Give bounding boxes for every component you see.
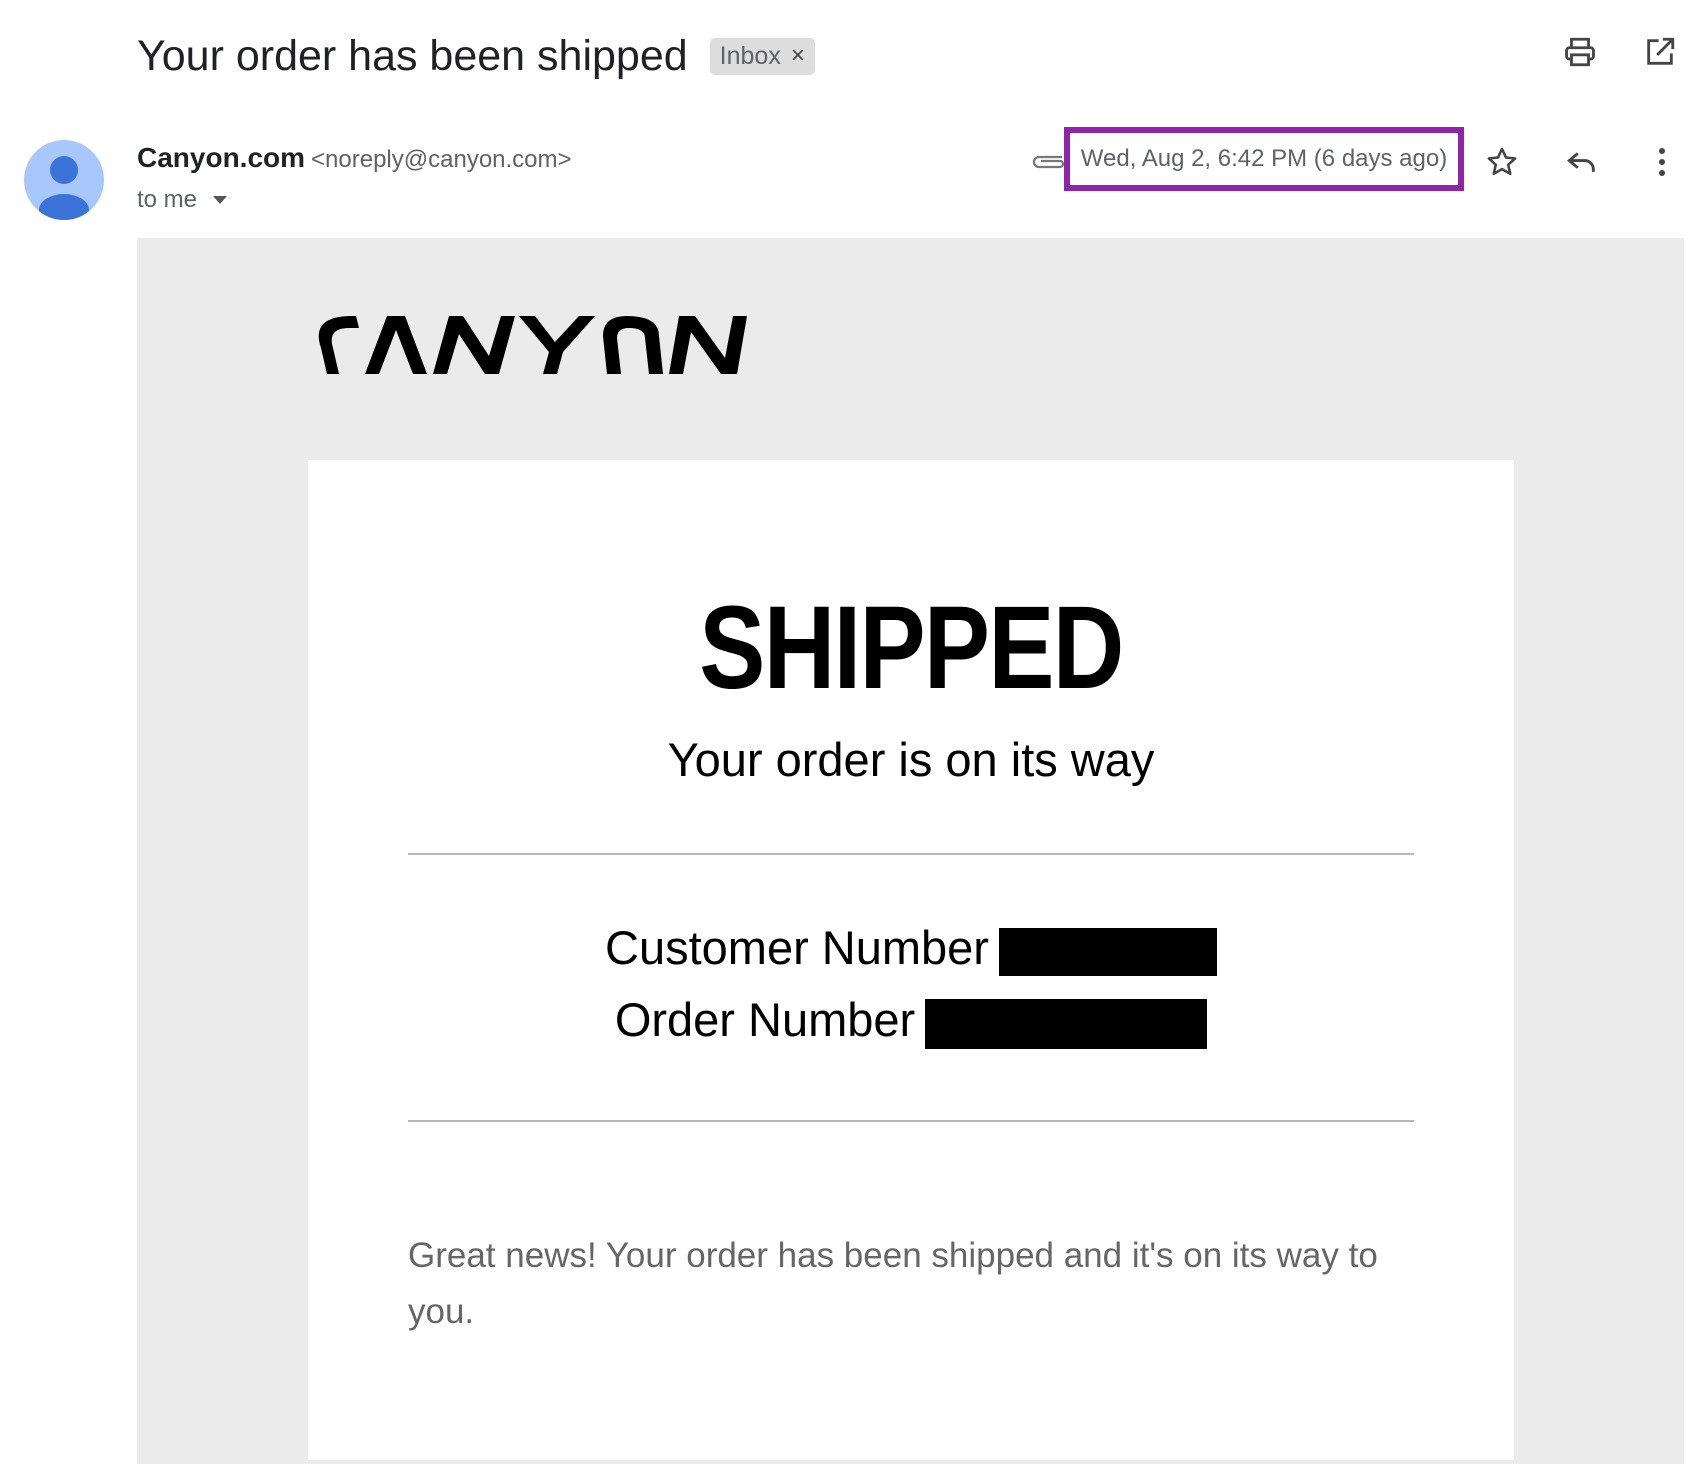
reply-button[interactable] [1564,144,1600,180]
divider-top [408,853,1414,855]
order-number-label: Order Number [614,993,916,1046]
inbox-label-chip[interactable]: Inbox × [709,37,815,75]
canyon-logo-icon [318,316,747,374]
subject-row: Your order has been shipped Inbox × [137,28,815,84]
email-body: SHIPPED Your order is on its way Custome… [137,238,1684,1464]
sender: Canyon.com <noreply@canyon.com> [137,142,572,174]
divider-bottom [408,1120,1414,1122]
sender-name[interactable]: Canyon.com [137,142,305,173]
email-card: SHIPPED Your order is on its way Custome… [308,460,1514,1460]
reply-icon [1567,152,1595,172]
top-actions [1562,34,1678,70]
date-highlight: Wed, Aug 2, 6:42 PM (6 days ago) [1064,127,1464,191]
default-person-avatar-icon [39,156,89,220]
customer-number-redaction [998,927,1217,976]
star-icon [1487,147,1517,176]
print-button[interactable] [1562,34,1598,70]
canyon-logo [307,310,747,385]
email-subject: Your order has been shipped [137,31,688,80]
open-in-new-window-button[interactable] [1642,34,1678,70]
order-number-redaction [925,998,1208,1049]
sender-avatar[interactable] [24,140,104,220]
message-actions [1484,144,1680,180]
sender-email: <noreply@canyon.com> [311,146,572,173]
recipient-details-toggle[interactable]: to me [137,186,229,214]
subheadline: Your order is on its way [667,733,1155,786]
email-date: Wed, Aug 2, 6:42 PM (6 days ago) [1080,145,1448,172]
more-vert-icon [1659,148,1665,176]
headline: SHIPPED [699,582,1124,714]
attachment-indicator [1030,148,1065,177]
customer-number-row: Customer Number [308,920,1514,976]
order-number-row: Order Number [308,992,1514,1049]
star-button[interactable] [1484,144,1520,180]
more-options-button[interactable] [1644,144,1680,180]
paperclip-icon [1032,155,1065,169]
recipient-text: to me [137,186,198,213]
body-message: Great news! Your order has been shipped … [408,1236,1378,1331]
open-in-new-window-icon [1647,37,1675,65]
chevron-down-icon [213,196,228,204]
remove-label-button[interactable]: × [791,42,805,70]
printer-icon [1565,37,1595,67]
customer-number-label: Customer Number [605,921,989,974]
inbox-label-text: Inbox [719,41,781,70]
